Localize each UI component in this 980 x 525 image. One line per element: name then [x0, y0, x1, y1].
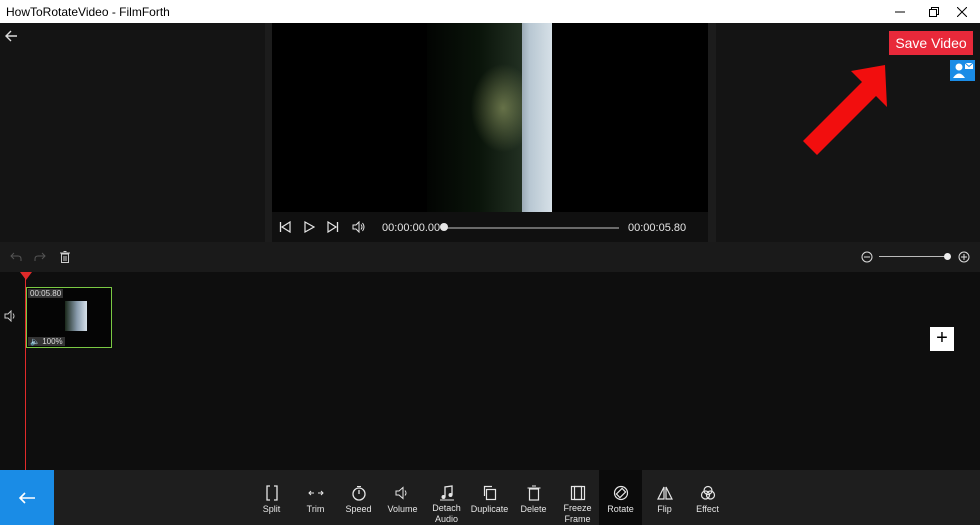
restore-icon [929, 6, 939, 17]
back-button[interactable] [4, 29, 20, 45]
tool-delete[interactable]: Delete [512, 470, 555, 525]
delete-icon [525, 484, 543, 502]
tool-label: Volume [387, 504, 418, 514]
redo-icon [34, 252, 46, 261]
tool-duplicate[interactable]: Duplicate [468, 470, 511, 525]
tool-effect[interactable]: Effect [686, 470, 729, 525]
zoom-slider-handle[interactable] [944, 253, 951, 260]
plus-icon: + [936, 327, 948, 349]
trash-button[interactable] [56, 248, 74, 266]
clip-volume-label: 100% [42, 337, 63, 346]
close-icon [957, 6, 967, 17]
video-clip[interactable]: 00:05.80 🔈 100% [26, 287, 112, 348]
clip-thumbnail [65, 301, 87, 331]
app-area: 00:00:00.00 00:00:05.80 Save Video 00:05… [0, 23, 980, 525]
duplicate-icon [481, 484, 499, 502]
trim-icon [307, 484, 325, 502]
minimize-button[interactable] [882, 0, 918, 23]
tool-detach-audio[interactable]: Detach Audio [425, 470, 468, 525]
tool-rotate[interactable]: Rotate [599, 470, 642, 525]
window-title: HowToRotateVideo - FilmForth [6, 5, 170, 19]
skip-back-button[interactable] [276, 218, 294, 236]
speed-icon [350, 484, 368, 502]
back-arrow-icon [18, 491, 35, 504]
tool-trim[interactable]: Trim [294, 470, 337, 525]
tool-label: Delete [520, 504, 547, 514]
mute-button[interactable] [350, 218, 368, 236]
tool-label: Trim [306, 504, 325, 514]
player-controls: 00:00:00.00 00:00:05.80 [272, 212, 708, 242]
timeline-toolbar [0, 242, 980, 272]
tool-volume[interactable]: Volume [381, 470, 424, 525]
bottom-back-button[interactable] [0, 470, 54, 525]
preview-panel: 00:00:00.00 00:00:05.80 [265, 23, 716, 242]
skip-forward-button[interactable] [324, 218, 342, 236]
seek-handle[interactable] [440, 223, 448, 231]
trash-icon [60, 251, 70, 263]
add-media-button[interactable]: + [930, 327, 954, 351]
tool-flip[interactable]: Flip [643, 470, 686, 525]
zoom-out-button[interactable] [858, 248, 876, 266]
split-icon [263, 484, 281, 502]
video-preview[interactable] [272, 23, 708, 212]
tool-speed[interactable]: Speed [337, 470, 380, 525]
tool-label: Rotate [607, 504, 634, 514]
skip-back-icon [279, 221, 291, 233]
tool-label: Freeze Frame [563, 503, 592, 524]
rotate-icon [612, 484, 630, 502]
tool-freeze-frame[interactable]: Freeze Frame [556, 470, 599, 525]
redo-button[interactable] [31, 248, 49, 266]
left-panel [0, 23, 265, 242]
title-bar: HowToRotateVideo - FilmForth [0, 0, 980, 23]
end-time: 00:00:05.80 [628, 222, 687, 234]
minimize-icon [895, 11, 905, 12]
undo-button[interactable] [7, 248, 25, 266]
detach-audio-icon [438, 484, 456, 501]
zoom-in-button[interactable] [955, 248, 973, 266]
video-frame [427, 23, 552, 212]
tool-split[interactable]: Split [250, 470, 293, 525]
volume-icon [394, 484, 412, 502]
playhead-line[interactable] [25, 272, 26, 470]
flip-icon [656, 484, 674, 502]
freeze-frame-icon [569, 484, 587, 501]
bottom-toolbar: Split Trim Speed Volume Detach Audio Dup… [0, 470, 980, 525]
red-arrow-annotation [803, 65, 887, 155]
effect-icon [699, 484, 717, 502]
undo-icon [10, 252, 22, 261]
clip-duration: 00:05.80 [28, 289, 64, 298]
clip-volume: 🔈 100% [28, 337, 65, 346]
tool-label: Effect [696, 504, 719, 514]
play-icon [304, 221, 315, 233]
tool-label: Speed [345, 504, 372, 514]
current-time: 00:00:00.00 [382, 222, 441, 234]
zoom-in-icon [958, 251, 970, 263]
close-button[interactable] [944, 0, 980, 23]
tool-label: Detach Audio [432, 503, 461, 524]
track-volume-icon[interactable] [4, 310, 18, 324]
play-button[interactable] [300, 218, 318, 236]
playhead-marker[interactable] [20, 272, 32, 280]
zoom-slider[interactable] [879, 256, 949, 257]
skip-forward-icon [327, 221, 339, 233]
speaker-icon [352, 221, 365, 233]
clip-volume-icon: 🔈 [30, 337, 40, 346]
tool-label: Duplicate [470, 504, 509, 514]
zoom-out-icon [861, 251, 873, 263]
seek-bar[interactable] [442, 227, 619, 229]
back-arrow-icon [5, 30, 17, 42]
timeline[interactable]: 00:05.80 🔈 100% + [0, 272, 980, 470]
user-mail-icon[interactable] [950, 60, 975, 81]
tool-label: Flip [657, 504, 672, 514]
save-video-button[interactable]: Save Video [889, 31, 973, 55]
tool-label: Split [262, 504, 281, 514]
